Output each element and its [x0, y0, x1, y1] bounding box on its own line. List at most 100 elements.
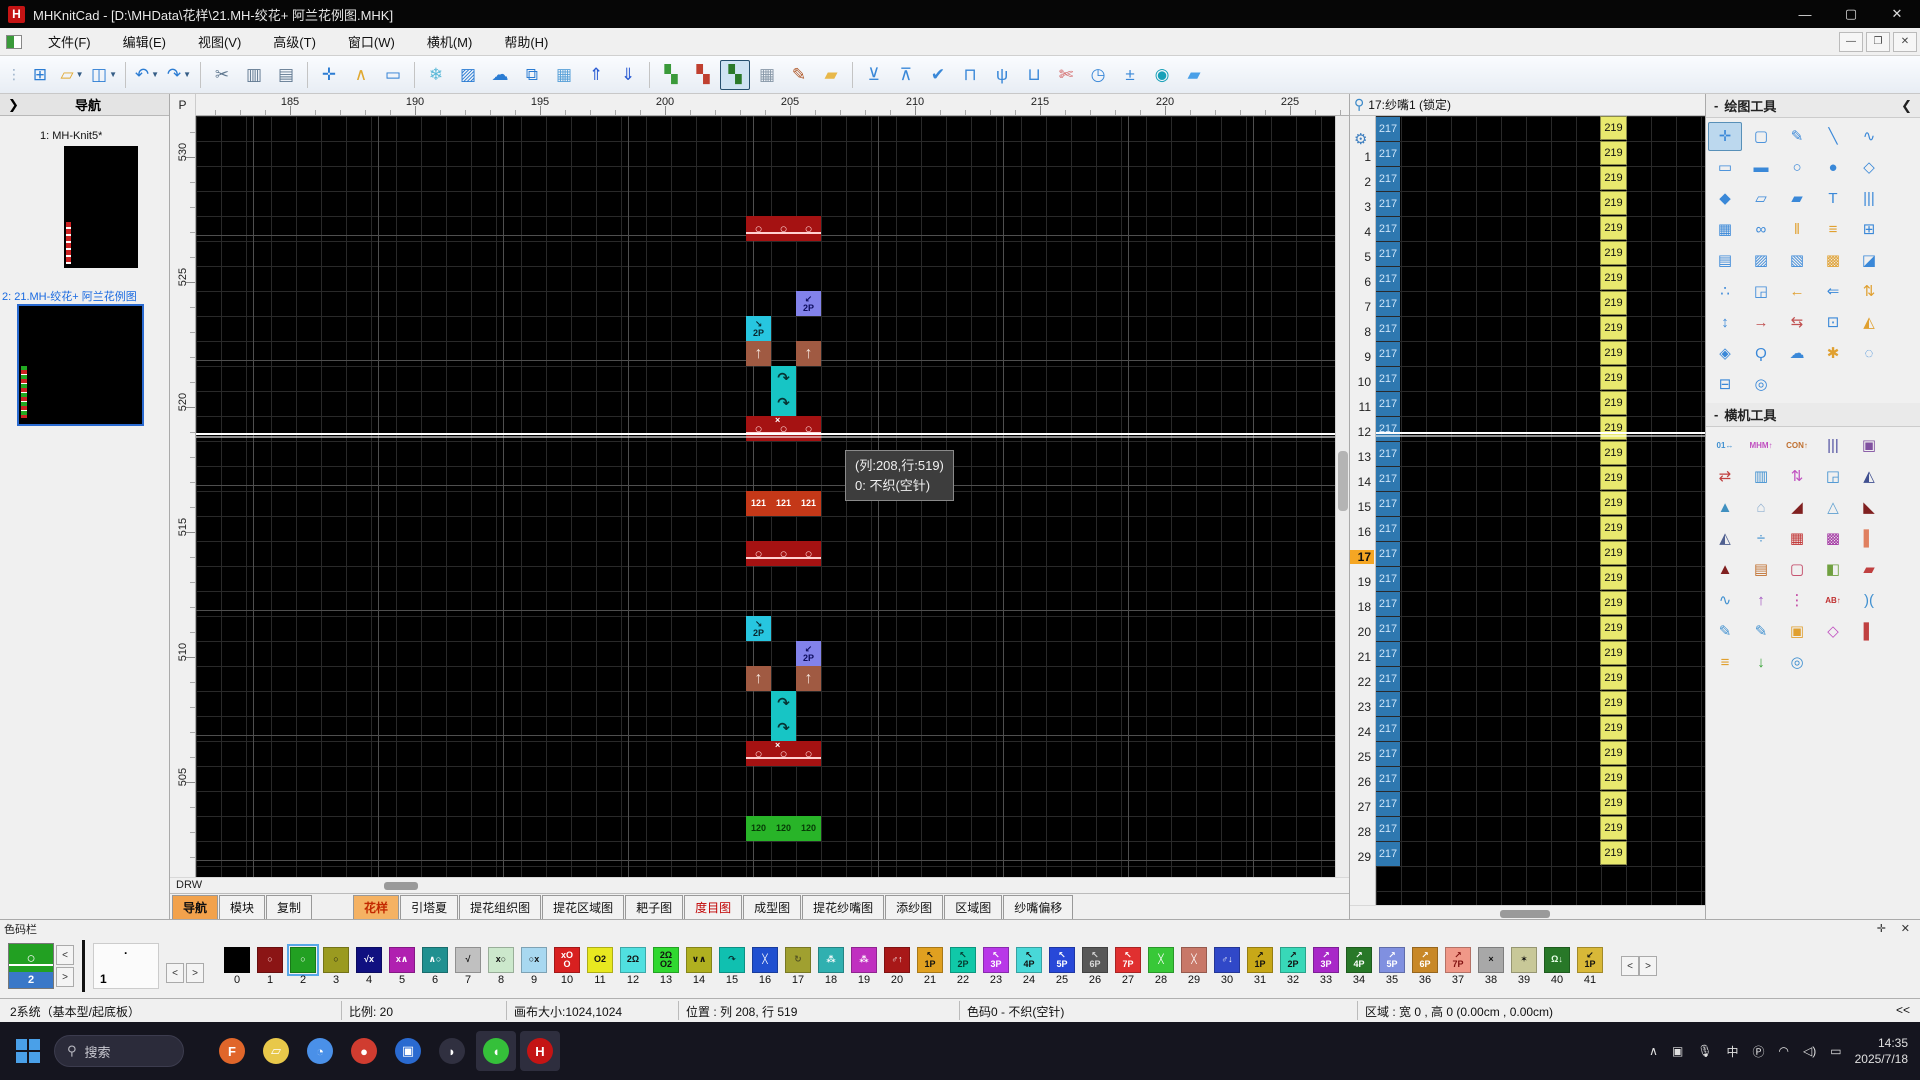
yarn-left-value-cell[interactable]: 217 [1376, 792, 1400, 816]
yarn-left-value-cell[interactable]: 217 [1376, 367, 1400, 391]
color-swatch-31[interactable]: ↗ 1P31 [1244, 947, 1276, 986]
menu-item-6[interactable]: 帮助(H) [488, 28, 564, 55]
yarn-right-value-cell[interactable]: 219 [1600, 591, 1627, 615]
yarn-grid[interactable]: 217 219 217 219 217 219 217 219 217 219 217 219 217 2… [1376, 116, 1705, 905]
draw-tool-block-grid-icon[interactable]: ⊞ [1852, 215, 1886, 244]
view-tab-5[interactable]: 度目图 [684, 895, 742, 919]
pattern-thumb-label-2[interactable]: 2: 21.MH-绞花+ 阿兰花例图 [2, 288, 168, 304]
swatch-nav-right[interactable]: > [1639, 956, 1657, 976]
dropdown-arrow-icon[interactable]: ▼ [76, 70, 84, 79]
draw-tool-center-square-icon[interactable]: ⊡ [1816, 308, 1850, 337]
yarn-right-value-cell[interactable]: 219 [1600, 616, 1627, 640]
pattern-view-2-button[interactable]: ▚ [688, 60, 718, 90]
color-swatch-16[interactable]: ╳16 [749, 947, 781, 986]
child-minimize-button[interactable]: — [1839, 32, 1863, 52]
yarn-right-value-cell[interactable]: 219 [1600, 666, 1627, 690]
swatch-scroll-right[interactable]: > [186, 963, 204, 983]
start-button[interactable] [16, 1039, 40, 1063]
yarn-row-number[interactable]: 17 [1350, 550, 1374, 564]
machine-tool-swap-colors-icon[interactable]: ⇄ [1708, 462, 1742, 491]
draw-tool-extend-left-icon[interactable]: ← [1780, 277, 1814, 306]
draw-tool-extend-vertical-2-icon[interactable]: ↕ [1708, 308, 1742, 337]
taskbar-search[interactable]: ⚲ 搜索 [54, 1035, 184, 1067]
draw-tool-slope-fill-icon[interactable]: ◭ [1852, 308, 1886, 337]
view-tab-2[interactable]: 提花组织图 [459, 895, 541, 919]
microphone-icon[interactable]: 🎙 [1697, 1044, 1712, 1058]
taskbar-clock[interactable]: 14:352025/7/18 [1855, 1035, 1908, 1067]
color-swatch-30[interactable]: ♂↓30 [1211, 947, 1243, 986]
paste-button[interactable]: ▤ [271, 60, 301, 90]
machine-tool-flag-bars-icon[interactable]: ▌ [1852, 524, 1886, 553]
dropdown-arrow-icon[interactable]: ▼ [109, 70, 117, 79]
color-swatch-13[interactable]: 2Ω O213 [650, 947, 682, 986]
draw-tool-spiral-target-icon[interactable]: ◎ [1744, 370, 1778, 399]
yarn-right-value-cell[interactable]: 219 [1600, 716, 1627, 740]
gauge-tool-button[interactable]: ◷ [1083, 60, 1113, 90]
draw-tool-bead-tool-icon[interactable]: ∞ [1744, 215, 1778, 244]
color-swatch-41[interactable]: ↙ 1P41 [1574, 947, 1606, 986]
machine-tool-garment-icon[interactable]: ⌂ [1744, 493, 1778, 522]
color-swatch-32[interactable]: ↗ 2P32 [1277, 947, 1309, 986]
machine-tool-flag-red-icon[interactable]: ▌ [1852, 617, 1886, 646]
draw-tool-polygon-outline-icon[interactable]: ▱ [1744, 184, 1778, 213]
color-swatch-11[interactable]: O211 [584, 947, 616, 986]
sidebar-collapse-icon[interactable]: ❯ [8, 97, 19, 113]
color-swatch-33[interactable]: ↗ 3P33 [1310, 947, 1342, 986]
export-down-button[interactable]: ⇓ [613, 60, 643, 90]
color-swatch-10[interactable]: xO O10 [551, 947, 583, 986]
yarn-row-number[interactable]: 10 [1350, 375, 1374, 389]
horizontal-scroll-thumb[interactable] [384, 882, 418, 890]
color-swatch-8[interactable]: x○8 [485, 947, 517, 986]
firefox-taskbar-icon[interactable]: F [212, 1031, 252, 1071]
draw-tool-polygon-filled-icon[interactable]: ▰ [1780, 184, 1814, 213]
stitch-cell-curl[interactable]: ↷ [771, 391, 796, 416]
duplicate-button[interactable]: ⧉ [517, 60, 547, 90]
view-tab-8[interactable]: 添纱图 [885, 895, 943, 919]
yarn-right-value-cell[interactable]: 219 [1600, 516, 1627, 540]
draw-tool-zoom-icon[interactable]: Ϙ [1744, 339, 1778, 368]
draw-tool-cloud-search-icon[interactable]: ☁ [1780, 339, 1814, 368]
draw-tool-ellipse-filled-icon[interactable]: ● [1816, 153, 1850, 182]
yarn-left-value-cell[interactable]: 217 [1376, 142, 1400, 166]
browser-red-taskbar-icon[interactable]: ● [344, 1031, 384, 1071]
color-swatch-4[interactable]: √x4 [353, 947, 385, 986]
yarn-left-value-cell[interactable]: 217 [1376, 492, 1400, 516]
stitch-cell-p2b[interactable]: ↙ 2P [796, 641, 821, 666]
yarn-row-number[interactable]: 20 [1350, 625, 1374, 639]
yarn-right-value-cell[interactable]: 219 [1600, 691, 1627, 715]
pattern-thumb-label-1[interactable]: 1: MH-Knit5* [40, 130, 102, 142]
yarn-left-value-cell[interactable]: 217 [1376, 592, 1400, 616]
draw-tool-block-grid-2-icon[interactable]: ▤ [1708, 246, 1742, 275]
yarn-left-value-cell[interactable]: 217 [1376, 667, 1400, 691]
tray-app-icon[interactable]: ▣ [1672, 1044, 1683, 1058]
dropdown-arrow-icon[interactable]: ▼ [183, 70, 191, 79]
save-file-button[interactable]: ◫▼ [89, 60, 119, 90]
view-tab-6[interactable]: 成型图 [743, 895, 801, 919]
left-tab-1[interactable]: 模块 [219, 895, 265, 919]
machine-tool-wedge-right-icon[interactable]: ◣ [1852, 493, 1886, 522]
machine-tool-download-green-icon[interactable]: ↓ [1744, 648, 1778, 677]
draw-tool-select-hand-icon[interactable]: ✛ [1708, 122, 1742, 151]
check-tool-button[interactable]: ✔ [923, 60, 953, 90]
machine-tool-v-split-icon[interactable]: ◭ [1852, 462, 1886, 491]
yarn-right-value-cell[interactable]: 219 [1600, 266, 1627, 290]
draw-tools-header[interactable]: - 绘图工具 ❮ [1706, 94, 1920, 118]
color-swatch-39[interactable]: ✶39 [1508, 947, 1540, 986]
stitch-cell-tuckxo[interactable]: ×○ [771, 741, 796, 766]
curve-tool-button[interactable]: ∧ [346, 60, 376, 90]
color-swatch-29[interactable]: ╳29 [1178, 947, 1210, 986]
color-swatch-21[interactable]: ↖ 1P21 [914, 947, 946, 986]
ime-indicator[interactable]: 中 [1727, 1043, 1739, 1060]
yarn-row-number[interactable]: 18 [1350, 600, 1374, 614]
color-next-button[interactable]: > [56, 967, 74, 987]
color-swatch-35[interactable]: ↗ 5P35 [1376, 947, 1408, 986]
panel-collapse-icon[interactable]: ❮ [1901, 98, 1912, 114]
stitch-cell-tuckxo[interactable]: ×○ [771, 416, 796, 441]
child-restore-button[interactable]: ❐ [1866, 32, 1890, 52]
yarn-right-value-cell[interactable]: 219 [1600, 141, 1627, 165]
yarn-left-value-cell[interactable]: 217 [1376, 317, 1400, 341]
draw-tool-swap-horizontal-icon[interactable]: ⇆ [1780, 308, 1814, 337]
yarn-left-value-cell[interactable]: 217 [1376, 192, 1400, 216]
machine-tool-con-raise-icon[interactable]: CON↑ [1780, 431, 1814, 460]
draw-tool-find-replace-icon[interactable]: ✱ [1816, 339, 1850, 368]
